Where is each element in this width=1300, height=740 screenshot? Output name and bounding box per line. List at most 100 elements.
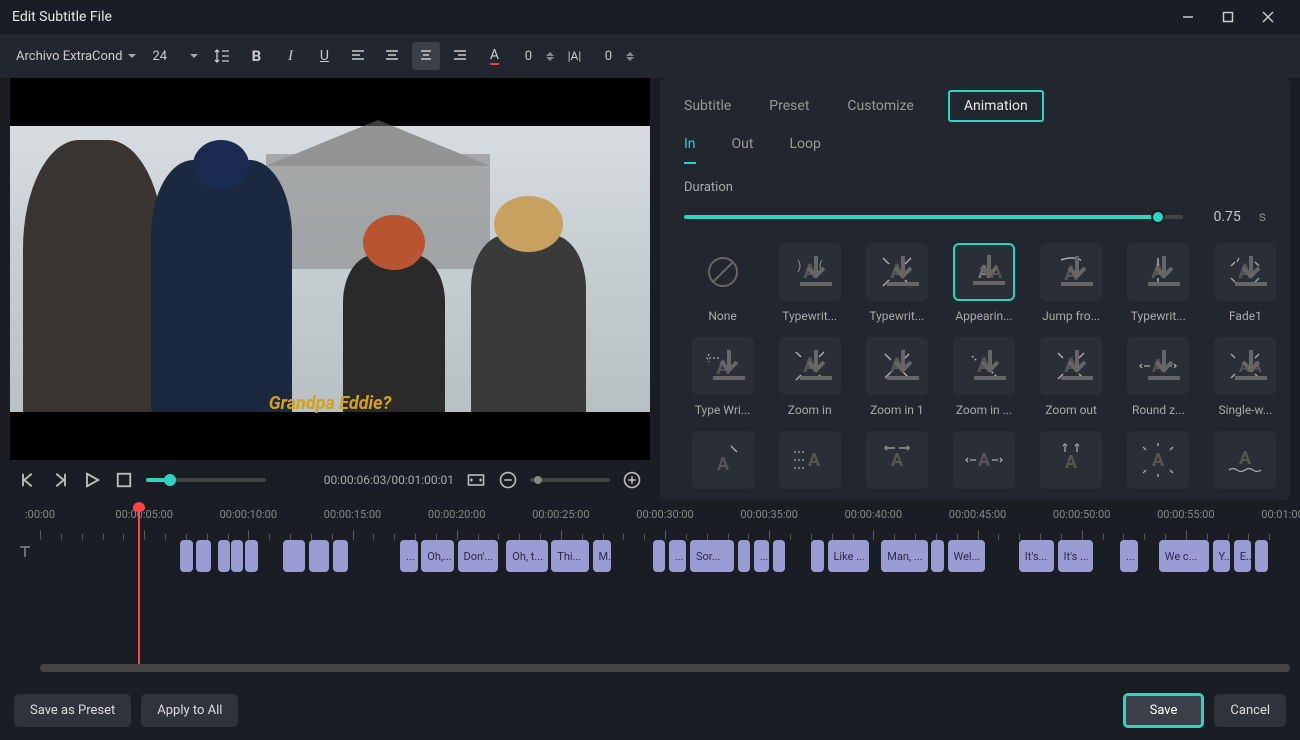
window-title: Edit Subtitle File xyxy=(12,9,112,25)
subtitle-clip[interactable] xyxy=(245,540,258,572)
minimize-button[interactable] xyxy=(1168,3,1208,31)
anim-zoom-out[interactable]: AZoom out xyxy=(1033,337,1110,417)
duration-slider[interactable] xyxy=(684,215,1183,219)
anim-item-19[interactable]: A xyxy=(1120,431,1197,489)
timeline-ruler[interactable]: :00:0000:00:05:0000:00:10:0000:00:15:000… xyxy=(40,508,1290,540)
play-button[interactable] xyxy=(82,470,102,490)
spacing1-input[interactable] xyxy=(514,48,554,65)
anim-item-16[interactable]: A xyxy=(858,431,935,489)
subtitle-clip[interactable]: Oh, t... xyxy=(506,540,547,572)
subtitle-clip[interactable]: It's... xyxy=(1019,540,1054,572)
subtitle-clip[interactable]: Like ... xyxy=(828,540,869,572)
subtitle-clip[interactable]: Wel... xyxy=(948,540,986,572)
svg-text:A: A xyxy=(1239,448,1252,469)
tab-subtitle[interactable]: Subtitle xyxy=(680,90,735,122)
animation-panel: Subtitle Preset Customize Animation In Out Lo… xyxy=(660,78,1290,500)
prev-frame-button[interactable] xyxy=(18,470,38,490)
subtitle-clip[interactable]: Man, ... xyxy=(881,540,927,572)
timeline-scrollbar[interactable] xyxy=(40,664,1290,672)
subtitle-clip[interactable] xyxy=(218,540,230,572)
subtab-in[interactable]: In xyxy=(684,130,696,164)
aspect-button[interactable] xyxy=(466,470,486,490)
anim-none[interactable]: None xyxy=(684,243,761,323)
tab-animation[interactable]: Animation xyxy=(948,90,1044,122)
subtitle-clip[interactable] xyxy=(231,540,243,572)
subtitle-clip[interactable] xyxy=(738,540,751,572)
subtitle-clip[interactable]: M... xyxy=(593,540,612,572)
bold-button[interactable]: B xyxy=(242,42,270,70)
subtab-loop[interactable]: Loop xyxy=(789,130,820,164)
subtitle-clip[interactable]: Oh,... xyxy=(421,540,454,572)
anim-fade1[interactable]: AFade1 xyxy=(1207,243,1284,323)
subtitle-clip[interactable]: ... xyxy=(754,540,769,572)
stop-button[interactable] xyxy=(114,470,134,490)
subtitle-clip[interactable]: ... xyxy=(400,540,418,572)
anim-item-18[interactable]: A xyxy=(1033,431,1110,489)
anim-item-17[interactable]: A xyxy=(945,431,1022,489)
subtab-out[interactable]: Out xyxy=(732,130,754,164)
align-center-active-button[interactable] xyxy=(412,42,440,70)
anim-item-20[interactable]: A xyxy=(1207,431,1284,489)
save-preset-button[interactable]: Save as Preset xyxy=(14,694,131,727)
anim-typewrit-[interactable]: ATypewrit... xyxy=(858,243,935,323)
subtitle-clip[interactable]: Thi... xyxy=(551,540,589,572)
anim-appearin-[interactable]: AAAppearin... xyxy=(945,243,1022,323)
anim-jump-fro-[interactable]: AJump fro... xyxy=(1033,243,1110,323)
line-spacing-button[interactable] xyxy=(208,42,236,70)
anim-zoom-in-[interactable]: AZoom in ... xyxy=(945,337,1022,417)
align-left-button[interactable] xyxy=(344,42,372,70)
close-button[interactable] xyxy=(1248,3,1288,31)
subtitle-clip[interactable]: ... xyxy=(669,540,687,572)
anim-item-15[interactable]: A xyxy=(771,431,848,489)
subtitle-clip[interactable] xyxy=(283,540,306,572)
zoom-slider[interactable] xyxy=(530,478,610,482)
subtitle-clip[interactable] xyxy=(653,540,666,572)
anim-type-wri-[interactable]: AType Wri... xyxy=(684,337,761,417)
subtitle-clip[interactable] xyxy=(333,540,348,572)
anim-item-14[interactable]: A xyxy=(684,431,761,489)
anim-zoom-in-1[interactable]: AZoom in 1 xyxy=(858,337,935,417)
subtitle-clip[interactable] xyxy=(931,540,944,572)
zoom-in-button[interactable] xyxy=(622,470,642,490)
spacing2-input[interactable] xyxy=(594,48,634,65)
zoom-out-button[interactable] xyxy=(498,470,518,490)
font-dropdown[interactable]: Archivo ExtraCond xyxy=(10,42,140,70)
svg-text:A: A xyxy=(978,450,991,471)
playhead[interactable] xyxy=(138,508,140,672)
maximize-button[interactable] xyxy=(1208,3,1248,31)
apply-all-button[interactable]: Apply to All xyxy=(141,694,238,727)
subtitle-clip[interactable]: E... xyxy=(1234,540,1252,572)
subtitle-track[interactable]: ...Oh,...Don'...Oh, t...Thi...M......Sor… xyxy=(40,540,1290,574)
tab-customize[interactable]: Customize xyxy=(843,90,917,122)
subtitle-clip[interactable]: We c... xyxy=(1159,540,1209,572)
subtitle-clip[interactable]: Don'... xyxy=(458,540,498,572)
subtitle-clip[interactable] xyxy=(773,540,786,572)
subtitle-clip[interactable]: ... xyxy=(1120,540,1138,572)
font-size-dropdown[interactable]: 24 xyxy=(146,42,202,70)
save-button[interactable]: Save xyxy=(1123,693,1205,728)
subtitle-clip[interactable] xyxy=(309,540,329,572)
italic-button[interactable]: I xyxy=(276,42,304,70)
font-color-button[interactable]: A xyxy=(480,42,508,70)
subtitle-clip[interactable]: It's ... xyxy=(1058,540,1093,572)
anim-single-w-[interactable]: AASingle-w... xyxy=(1207,337,1284,417)
anim-round-z-[interactable]: ARound z... xyxy=(1120,337,1197,417)
subtitle-clip[interactable] xyxy=(180,540,193,572)
char-spacing-button[interactable]: |A| xyxy=(560,42,588,70)
align-right-button[interactable] xyxy=(446,42,474,70)
subtitle-clip[interactable] xyxy=(811,540,824,572)
tab-preset[interactable]: Preset xyxy=(765,90,813,122)
volume-slider[interactable] xyxy=(146,478,266,482)
subtitle-clip[interactable]: Sor... xyxy=(690,540,734,572)
cancel-button[interactable]: Cancel xyxy=(1214,694,1286,727)
subtitle-clip[interactable] xyxy=(1255,540,1268,572)
anim-typewrit-[interactable]: ATypewrit... xyxy=(1120,243,1197,323)
subtitle-clip[interactable]: Y... xyxy=(1213,540,1231,572)
anim-zoom-in[interactable]: AZoom in xyxy=(771,337,848,417)
subtitle-clip[interactable] xyxy=(196,540,211,572)
underline-button[interactable]: U xyxy=(310,42,338,70)
align-center-button[interactable] xyxy=(378,42,406,70)
next-frame-button[interactable] xyxy=(50,470,70,490)
footer: Save as Preset Apply to All Save Cancel xyxy=(0,680,1300,740)
anim-typewrit-[interactable]: ATypewrit... xyxy=(771,243,848,323)
